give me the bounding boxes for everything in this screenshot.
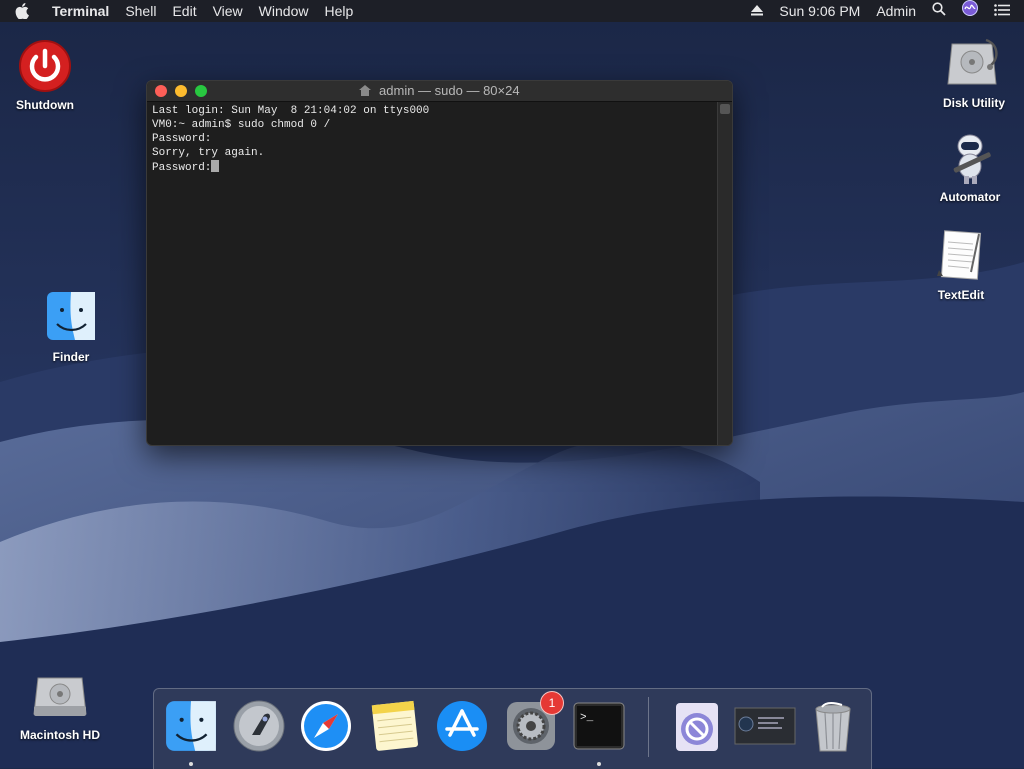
automator-robot-icon xyxy=(942,130,998,186)
zoom-window-button[interactable] xyxy=(195,85,207,97)
desktop-icon-disk-utility[interactable]: Disk Utility xyxy=(924,36,1024,110)
terminal-cursor xyxy=(211,160,220,172)
system-preferences-icon[interactable]: 1 xyxy=(504,691,564,753)
menu-app-name[interactable]: Terminal xyxy=(44,0,117,22)
desktop-icon-label: Finder xyxy=(52,350,90,364)
desktop-icon-label: TextEdit xyxy=(937,288,985,302)
notes-icon[interactable] xyxy=(368,699,422,753)
menu-view[interactable]: View xyxy=(205,0,251,22)
power-icon xyxy=(17,38,73,94)
scrollbar-thumb[interactable] xyxy=(720,104,730,114)
terminal-titlebar[interactable]: admin — sudo — 80×24 xyxy=(147,81,732,102)
launchpad-icon[interactable] xyxy=(232,699,286,753)
desktop-icon-macintosh-hd[interactable]: Macintosh HD xyxy=(10,668,110,742)
running-indicator xyxy=(597,762,601,766)
desktop-icon-label: Macintosh HD xyxy=(19,728,100,742)
finder-icon[interactable] xyxy=(164,699,218,753)
terminal-window[interactable]: admin — sudo — 80×24 Last login: Sun May… xyxy=(146,80,733,446)
menu-shell[interactable]: Shell xyxy=(117,0,164,22)
minimize-window-button[interactable] xyxy=(175,85,187,97)
safari-icon[interactable] xyxy=(299,699,353,753)
terminal-line: VM0:~ admin$ sudo chmod 0 / xyxy=(152,119,331,131)
menu-clock[interactable]: Sun 9:06 PM xyxy=(771,0,868,22)
menu-help[interactable]: Help xyxy=(316,0,361,22)
desktop-icon-textedit[interactable]: TextEdit xyxy=(911,228,1011,302)
screenshot-icon[interactable] xyxy=(734,707,796,747)
dock: 1 >_ xyxy=(153,688,872,769)
terminal-output[interactable]: Last login: Sun May 8 21:04:02 on ttys00… xyxy=(147,102,718,445)
desktop-icon-label: Shutdown xyxy=(16,98,74,112)
menu-user[interactable]: Admin xyxy=(868,0,924,22)
close-window-button[interactable] xyxy=(155,85,167,97)
trash-icon[interactable] xyxy=(806,699,860,753)
running-indicator xyxy=(189,762,193,766)
menu-edit[interactable]: Edit xyxy=(164,0,204,22)
desktop-icon-label: Disk Utility xyxy=(942,96,1005,110)
spotlight-search-icon[interactable] xyxy=(924,0,954,22)
desktop-icon-label: Automator xyxy=(939,190,1001,204)
desktop-icon-finder[interactable]: Finder xyxy=(21,290,121,364)
preview-icon[interactable] xyxy=(670,699,724,753)
notification-center-icon[interactable] xyxy=(986,0,1018,22)
textedit-icon xyxy=(933,228,989,284)
finder-icon xyxy=(43,290,99,346)
terminal-line: Sorry, try again. xyxy=(152,147,265,159)
terminal-line: Password: xyxy=(152,162,212,174)
svg-text:>_: >_ xyxy=(580,712,594,724)
eject-icon[interactable] xyxy=(743,0,771,22)
apple-menu-icon[interactable] xyxy=(0,3,44,19)
menu-bar: Terminal Shell Edit View Window Help Sun… xyxy=(0,0,1024,22)
disk-utility-icon xyxy=(946,36,1002,92)
hard-drive-icon xyxy=(32,668,88,724)
siri-icon[interactable] xyxy=(954,0,986,22)
app-store-icon[interactable] xyxy=(435,699,489,753)
dock-divider xyxy=(648,697,649,757)
terminal-scrollbar[interactable] xyxy=(717,102,732,445)
terminal-icon[interactable]: >_ xyxy=(572,699,626,753)
terminal-title: admin — sudo — 80×24 xyxy=(379,83,520,98)
menu-window[interactable]: Window xyxy=(251,0,317,22)
home-folder-icon xyxy=(359,82,372,102)
desktop-icon-automator[interactable]: Automator xyxy=(920,130,1020,204)
desktop-icon-shutdown[interactable]: Shutdown xyxy=(0,38,95,112)
terminal-line: Password: xyxy=(152,133,212,145)
terminal-line: Last login: Sun May 8 21:04:02 on ttys00… xyxy=(152,105,430,117)
notification-badge: 1 xyxy=(540,691,564,715)
